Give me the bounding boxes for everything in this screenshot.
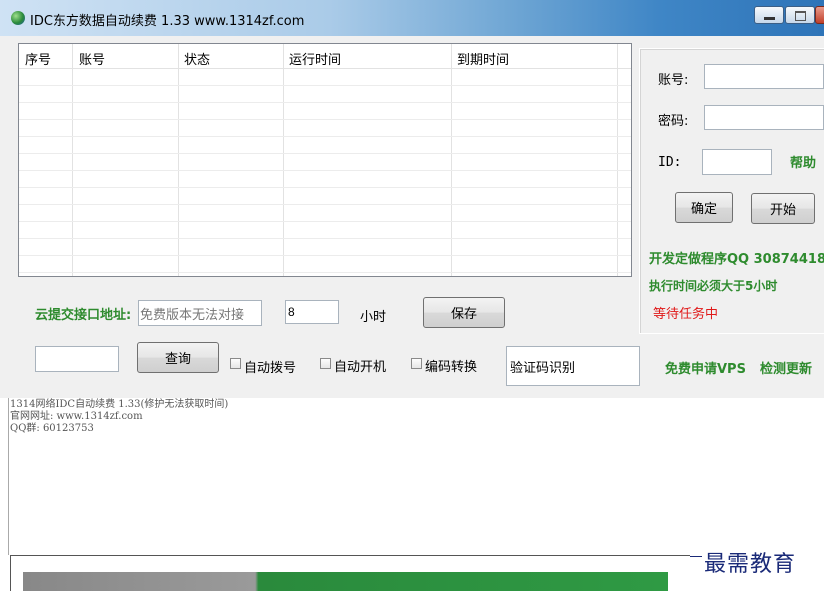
window-title: IDC东方数据自动续费 1.33 www.1314zf.com: [30, 14, 305, 29]
account-input[interactable]: [704, 64, 824, 89]
row-line: [19, 170, 631, 171]
confirm-button[interactable]: 确定: [675, 192, 733, 223]
banner-image: [23, 572, 668, 591]
id-input[interactable]: [702, 149, 772, 175]
cloud-url-label: 云提交接口地址:: [35, 308, 132, 323]
auto-dial-checkbox[interactable]: [230, 358, 241, 369]
row-line: [19, 238, 631, 239]
divider: [10, 555, 11, 591]
captcha-box[interactable]: 验证码识别: [506, 346, 640, 386]
account-table[interactable]: 序号 账号 状态 运行时间 到期时间: [18, 43, 632, 277]
column-header-expire-time[interactable]: 到期时间: [457, 49, 509, 68]
column-header-index[interactable]: 序号: [25, 49, 51, 68]
column-header-account[interactable]: 账号: [79, 49, 105, 68]
close-button[interactable]: [815, 6, 824, 24]
id-label: ID:: [658, 155, 682, 170]
minimize-button[interactable]: [754, 6, 784, 24]
check-update-link[interactable]: 检测更新: [760, 358, 812, 377]
column-divider: [72, 44, 73, 276]
divider: [10, 555, 690, 556]
watermark-rule: [690, 556, 702, 557]
password-label: 密码:: [658, 114, 689, 129]
row-line: [19, 85, 631, 86]
table-scroll-gutter: [617, 44, 631, 276]
watermark-text: 最需教育: [704, 552, 797, 577]
execution-time-note: 执行时间必须大于5小时: [649, 279, 778, 293]
auto-boot-checkbox[interactable]: [320, 358, 331, 369]
developer-contact: 开发定做程序QQ 308744186: [649, 252, 824, 267]
column-divider: [178, 44, 179, 276]
help-link[interactable]: 帮助: [790, 152, 816, 171]
row-line: [19, 119, 631, 120]
query-input[interactable]: [35, 346, 119, 372]
column-divider: [451, 44, 452, 276]
save-button[interactable]: 保存: [423, 297, 505, 328]
column-header-run-time[interactable]: 运行时间: [289, 49, 341, 68]
row-line: [19, 272, 631, 273]
row-line: [19, 187, 631, 188]
row-line: [19, 153, 631, 154]
maximize-button[interactable]: [785, 6, 815, 24]
column-divider: [283, 44, 284, 276]
task-status: 等待任务中: [653, 307, 719, 322]
encode-convert-checkbox[interactable]: [411, 358, 422, 369]
password-input[interactable]: [704, 105, 824, 130]
start-button[interactable]: 开始: [751, 193, 815, 224]
hours-input[interactable]: [285, 300, 339, 324]
row-line: [19, 255, 631, 256]
app-globe-icon: [11, 11, 25, 25]
log-line: 官网网址: www.1314zf.com: [10, 411, 143, 422]
cloud-url-input[interactable]: [138, 300, 262, 326]
auto-boot-label[interactable]: 自动开机: [334, 356, 386, 375]
account-label: 账号:: [658, 73, 689, 88]
auto-dial-label[interactable]: 自动拨号: [244, 357, 296, 376]
column-header-status[interactable]: 状态: [184, 49, 210, 68]
log-textarea[interactable]: 1314网络IDC自动续费 1.33(修护无法获取时间) 官网网址: www.1…: [8, 398, 824, 555]
table-header: 序号 账号 状态 运行时间 到期时间: [19, 44, 631, 69]
hours-unit-label: 小时: [360, 310, 387, 325]
row-line: [19, 136, 631, 137]
row-line: [19, 221, 631, 222]
query-button[interactable]: 查询: [137, 342, 219, 373]
free-vps-link[interactable]: 免费申请VPS: [665, 358, 746, 377]
log-line: 1314网络IDC自动续费 1.33(修护无法获取时间): [10, 399, 229, 410]
log-line: QQ群: 60123753: [10, 423, 94, 434]
encode-convert-label[interactable]: 编码转换: [425, 356, 477, 375]
row-line: [19, 204, 631, 205]
row-line: [19, 102, 631, 103]
